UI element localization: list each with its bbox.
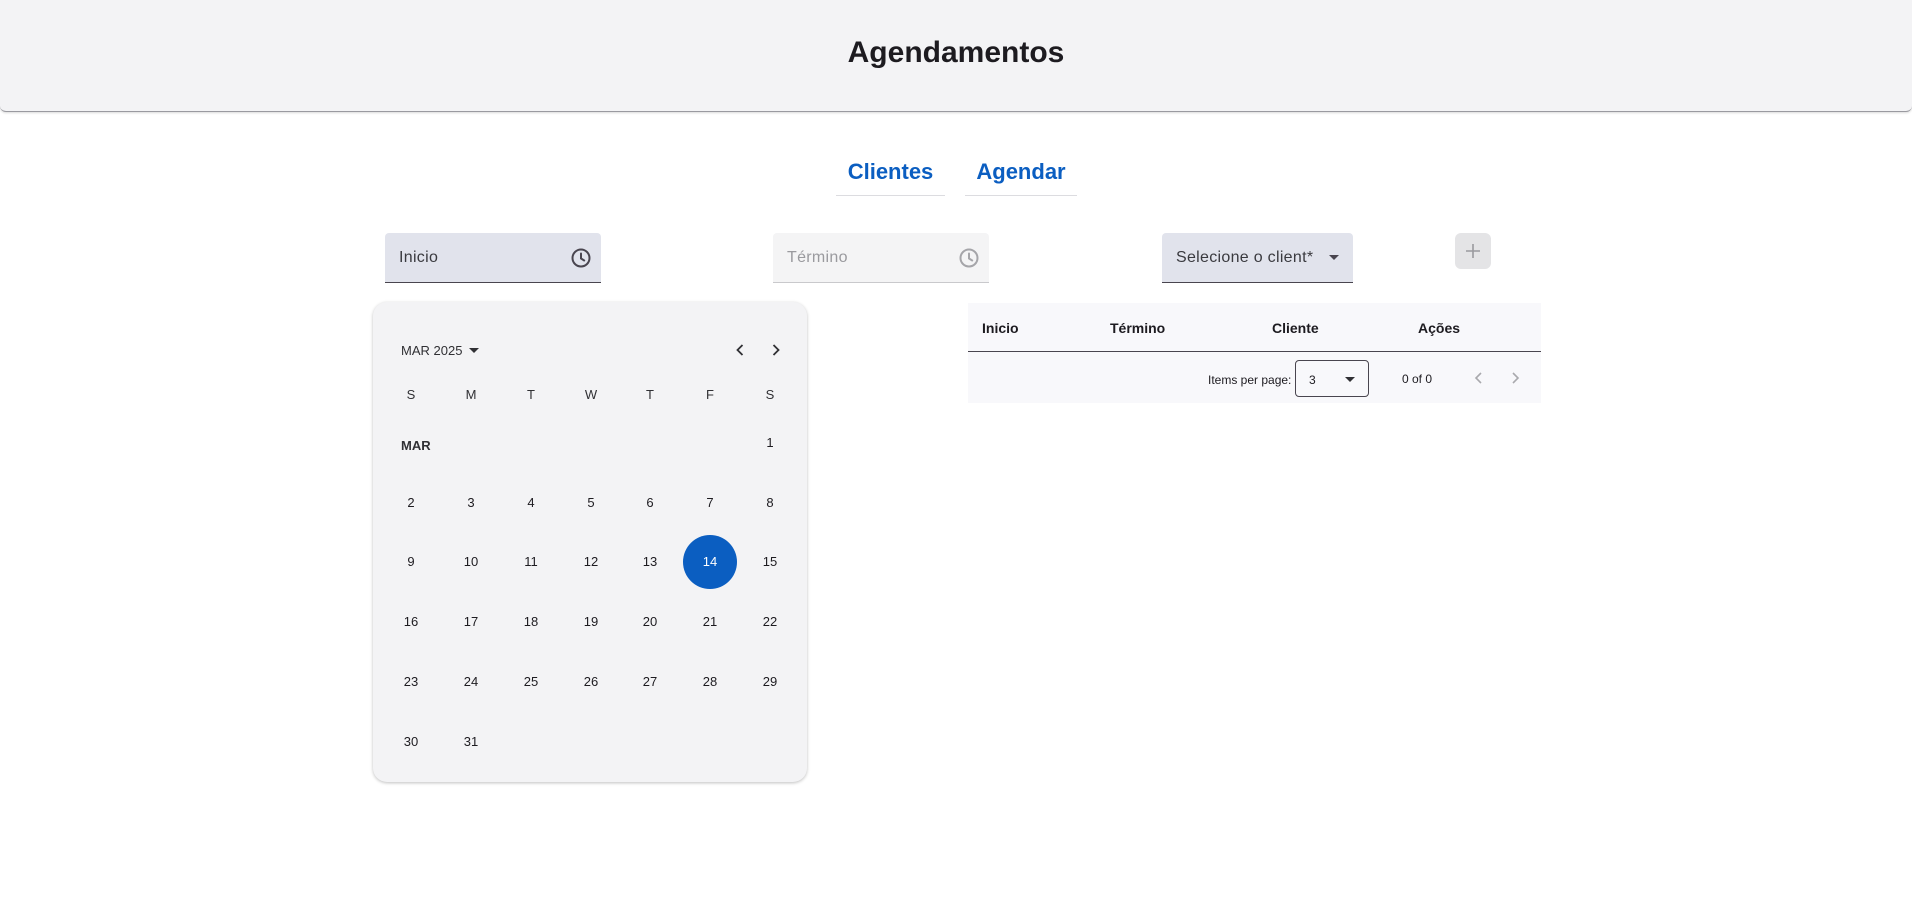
calendar-day[interactable]: 12 — [567, 538, 615, 586]
calendar-day[interactable]: 21 — [686, 598, 734, 646]
calendar-day[interactable]: 6 — [626, 479, 674, 527]
nav-link-clientes[interactable]: Clientes — [836, 156, 945, 196]
calendar-day[interactable]: 18 — [507, 598, 555, 646]
calendar-day[interactable]: 11 — [507, 538, 555, 586]
month-label: MAR — [401, 438, 431, 453]
previous-month-button[interactable] — [726, 336, 754, 364]
column-header-inicio[interactable]: Inicio — [982, 320, 1019, 336]
calendar-day[interactable]: 26 — [567, 658, 615, 706]
app-header: Agendamentos — [0, 0, 1912, 112]
chevron-right-icon — [772, 344, 780, 356]
calendar-day[interactable]: 16 — [387, 598, 435, 646]
calendar-day[interactable]: 28 — [686, 658, 734, 706]
chevron-right-icon — [1512, 372, 1520, 384]
next-page-button[interactable] — [1502, 365, 1528, 391]
calendar-day[interactable]: 1 — [746, 419, 794, 467]
termino-time-field[interactable]: Término — [773, 233, 989, 283]
column-header-cliente[interactable]: Cliente — [1272, 320, 1319, 336]
weekday-header: S — [406, 387, 416, 402]
table-header-row: Inicio Término Cliente Ações — [968, 303, 1541, 352]
calendar-day[interactable]: 7 — [686, 479, 734, 527]
calendar-day[interactable]: 19 — [567, 598, 615, 646]
paginator: Items per page: 3 0 of 0 — [968, 353, 1541, 403]
inicio-label: Inicio — [399, 249, 439, 266]
column-header-termino[interactable]: Término — [1110, 320, 1165, 336]
caret-down-icon — [469, 347, 480, 353]
termino-label: Término — [787, 249, 848, 266]
nav-link-agendar[interactable]: Agendar — [965, 156, 1077, 196]
calendar-day[interactable]: 20 — [626, 598, 674, 646]
calendar-day[interactable]: 30 — [387, 718, 435, 766]
period-button[interactable]: MAR 2025 — [401, 340, 480, 360]
client-select[interactable]: Selecione o client* — [1162, 233, 1353, 283]
calendar-day[interactable]: 25 — [507, 658, 555, 706]
weekday-header: T — [527, 387, 535, 402]
clock-icon[interactable] — [957, 246, 981, 270]
chevron-left-icon — [1474, 372, 1482, 384]
previous-page-button[interactable] — [1466, 365, 1492, 391]
page-size-select[interactable]: 3 — [1295, 360, 1369, 397]
plus-icon — [1466, 244, 1480, 258]
calendar-day-selected[interactable]: 14 — [683, 535, 737, 589]
weekday-header: T — [646, 387, 654, 402]
page-size-value: 3 — [1309, 373, 1316, 387]
calendar-day[interactable]: 22 — [746, 598, 794, 646]
calendar-day[interactable]: 31 — [447, 718, 495, 766]
inicio-time-field[interactable]: Inicio — [385, 233, 601, 283]
weekday-header: S — [765, 387, 775, 402]
calendar-day[interactable]: 10 — [447, 538, 495, 586]
chevron-left-icon — [736, 344, 744, 356]
next-month-button[interactable] — [762, 336, 790, 364]
chevron-down-icon — [1329, 255, 1339, 260]
calendar-day[interactable]: 17 — [447, 598, 495, 646]
calendar-day[interactable]: 15 — [746, 538, 794, 586]
column-header-acoes[interactable]: Ações — [1418, 320, 1460, 336]
calendar-day[interactable]: 9 — [387, 538, 435, 586]
calendar-day[interactable]: 29 — [746, 658, 794, 706]
calendar-day[interactable]: 13 — [626, 538, 674, 586]
weekday-header: F — [706, 387, 714, 402]
caret-down-icon — [1345, 377, 1355, 382]
client-select-label: Selecione o client* — [1176, 249, 1314, 266]
page-range-label: 0 of 0 — [1402, 372, 1433, 386]
weekday-header: W — [584, 387, 598, 402]
weekday-header: M — [465, 387, 477, 402]
calendar-day[interactable]: 23 — [387, 658, 435, 706]
appointments-table: Inicio Término Cliente Ações Items per p… — [968, 303, 1541, 403]
add-button[interactable] — [1455, 233, 1491, 269]
calendar-day[interactable]: 3 — [447, 479, 495, 527]
calendar-day[interactable]: 8 — [746, 479, 794, 527]
calendar-day[interactable]: 27 — [626, 658, 674, 706]
calendar-day[interactable]: 24 — [447, 658, 495, 706]
calendar-day[interactable]: 2 — [387, 479, 435, 527]
page-title: Agendamentos — [847, 36, 1065, 69]
datepicker-calendar: MAR 2025 S M T W T F S MAR 1 2 3 4 5 6 7 8 9 10 11… — [373, 302, 807, 782]
period-label: MAR 2025 — [401, 342, 463, 358]
calendar-day[interactable]: 5 — [567, 479, 615, 527]
items-per-page-label: Items per page: — [1208, 373, 1292, 387]
clock-icon[interactable] — [569, 246, 593, 270]
calendar-day[interactable]: 4 — [507, 479, 555, 527]
